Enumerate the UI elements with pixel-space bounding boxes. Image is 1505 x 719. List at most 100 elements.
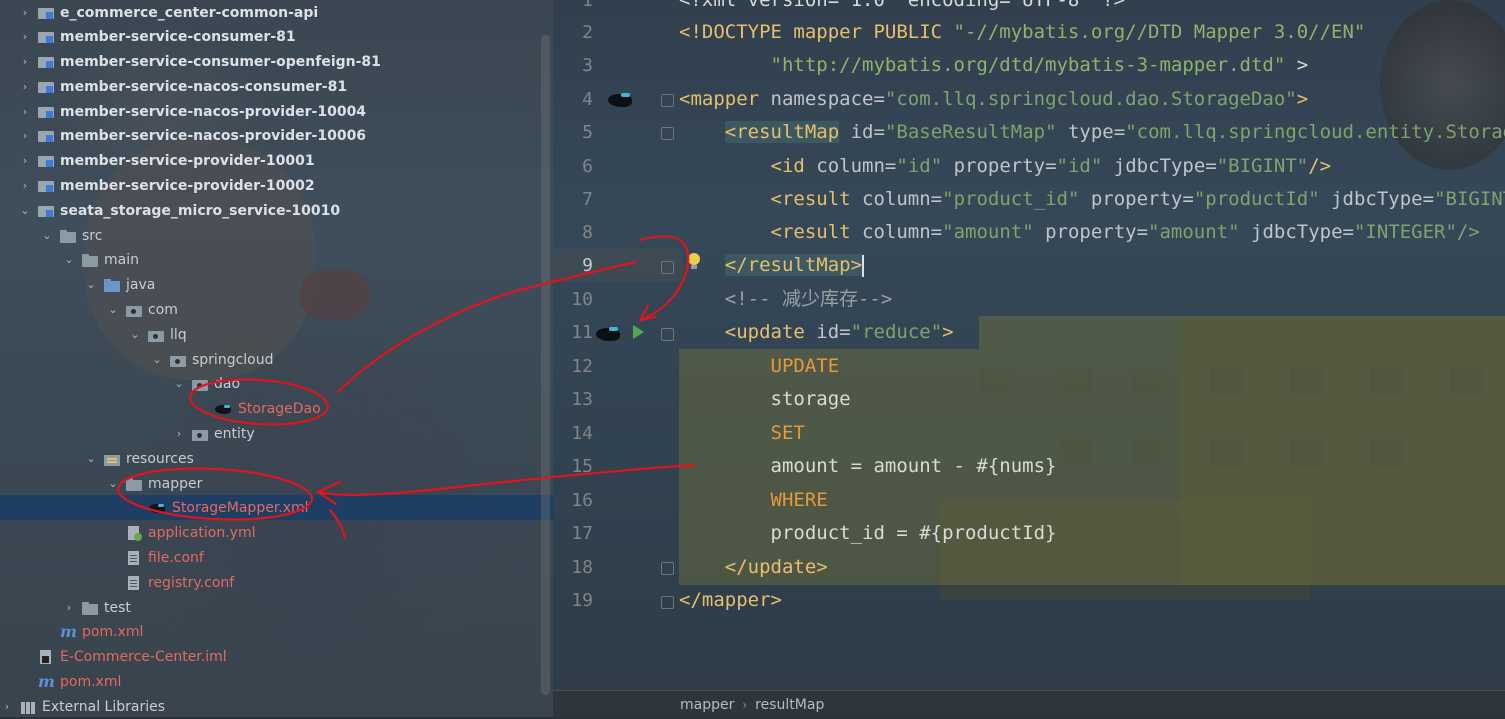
chevron-down-icon[interactable]: ⌄ xyxy=(128,328,142,341)
chevron-down-icon[interactable]: ⌄ xyxy=(84,278,98,291)
chevron-down-icon[interactable]: ⌄ xyxy=(84,452,98,465)
tree-file-application-yml[interactable]: ›application.yml xyxy=(0,520,553,545)
tree-module-provider-10002[interactable]: › member-service-provider-10002 xyxy=(0,173,553,198)
code-line[interactable]: <mapper namespace="com.llq.springcloud.d… xyxy=(679,83,1308,116)
fold-marker-icon[interactable] xyxy=(661,127,674,140)
chevron-down-icon[interactable]: ⌄ xyxy=(62,253,76,266)
tree-module-seata-storage[interactable]: ⌄ seata_storage_micro_service-10010 xyxy=(0,198,553,223)
fold-marker-icon[interactable] xyxy=(661,562,674,575)
code-token: <result xyxy=(770,188,851,210)
code-line[interactable]: </resultMap> xyxy=(679,249,865,282)
code-token: SET xyxy=(770,422,805,444)
chevron-right-icon[interactable]: › xyxy=(0,700,14,713)
tree-item-label: member-service-consumer-81 xyxy=(60,28,296,45)
tree-file-iml[interactable]: ›E-Commerce-Center.iml xyxy=(0,644,553,669)
chevron-right-icon[interactable]: › xyxy=(18,55,32,68)
fold-marker-icon[interactable] xyxy=(661,596,674,609)
chevron-down-icon[interactable]: ⌄ xyxy=(18,204,32,217)
tree-module-nacos-consumer-81[interactable]: › member-service-nacos-consumer-81 xyxy=(0,74,553,99)
code-token: "BaseResultMap" xyxy=(884,121,1057,143)
code-line[interactable]: <id column="id" property="id" jdbcType="… xyxy=(679,150,1332,183)
mybatis-bird-icon[interactable] xyxy=(608,90,632,108)
tree-file-registry-conf[interactable]: ›registry.conf xyxy=(0,570,553,595)
tree-external-libraries[interactable]: › External Libraries xyxy=(0,694,553,719)
breadcrumb-item-mapper[interactable]: mapper xyxy=(680,697,734,713)
code-line[interactable]: "http://mybatis.org/dtd/mybatis-3-mapper… xyxy=(679,49,1309,82)
line-number: 15 xyxy=(571,456,593,477)
tree-module-common-api[interactable]: › e_commerce_center-common-api xyxy=(0,0,553,25)
tree-folder-java[interactable]: ⌄ java xyxy=(0,272,553,297)
tree-file-root-pom-xml[interactable]: ›mpom.xml xyxy=(0,669,553,694)
code-line[interactable]: amount = amount - #{nums} xyxy=(679,450,1057,483)
chevron-right-icon[interactable]: › xyxy=(18,154,32,167)
tree-folder-resources[interactable]: ⌄ resources xyxy=(0,446,553,471)
code-line[interactable]: <!DOCTYPE mapper PUBLIC "-//mybatis.org/… xyxy=(679,16,1365,49)
tree-package-dao[interactable]: ⌄ dao xyxy=(0,371,553,396)
code-line[interactable]: product_id = #{productId} xyxy=(679,517,1057,550)
tree-file-storagemapper-xml[interactable]: ›StorageMapper.xml xyxy=(0,495,553,520)
chevron-right-icon[interactable]: › xyxy=(62,601,76,614)
tree-module-nacos-provider-10006[interactable]: › member-service-nacos-provider-10006 xyxy=(0,123,553,148)
chevron-right-icon[interactable]: › xyxy=(18,105,32,118)
tree-package-llq[interactable]: ⌄ llq xyxy=(0,322,553,347)
code-token: jdbcType xyxy=(1239,221,1343,243)
tree-folder-test[interactable]: › test xyxy=(0,595,553,620)
tree-module-provider-10001[interactable]: › member-service-provider-10001 xyxy=(0,148,553,173)
breadcrumb-item-resultmap[interactable]: resultMap xyxy=(755,697,824,713)
code-token: <!-- 减少库存--> xyxy=(724,288,893,310)
tree-file-file-conf[interactable]: ›file.conf xyxy=(0,545,553,570)
fold-marker-icon[interactable] xyxy=(661,94,674,107)
code-line[interactable]: <!-- 减少库存--> xyxy=(679,283,893,316)
intention-bulb-icon[interactable] xyxy=(688,253,700,269)
library-icon xyxy=(20,700,36,714)
chevron-down-icon[interactable]: ⌄ xyxy=(40,229,54,242)
chevron-down-icon[interactable]: ⌄ xyxy=(150,353,164,366)
code-token: product_id = #{productId} xyxy=(770,522,1057,544)
chevron-down-icon[interactable]: ⌄ xyxy=(106,303,120,316)
chevron-right-icon[interactable]: › xyxy=(18,179,32,192)
code-line[interactable]: <?xml version="1.0" encoding="UTF-8" ?> xyxy=(679,0,1125,17)
tree-file-storagedao[interactable]: ›StorageDao xyxy=(0,396,553,421)
code-token: storage xyxy=(770,388,851,410)
chevron-right-icon[interactable]: › xyxy=(18,80,32,93)
tree-module-nacos-provider-10004[interactable]: › member-service-nacos-provider-10004 xyxy=(0,99,553,124)
code-line[interactable]: </update> xyxy=(679,551,828,584)
code-line[interactable]: </mapper> xyxy=(679,584,782,617)
project-scrollbar[interactable] xyxy=(541,35,550,695)
chevron-right-icon[interactable]: › xyxy=(172,427,186,440)
fold-marker-icon[interactable] xyxy=(661,328,674,341)
tree-folder-main[interactable]: ⌄ main xyxy=(0,247,553,272)
config-file-icon xyxy=(126,575,142,590)
folder-icon xyxy=(82,601,98,615)
chevron-right-icon[interactable]: › xyxy=(18,30,32,43)
mybatis-bird-icon[interactable] xyxy=(596,324,620,342)
chevron-right-icon[interactable]: › xyxy=(18,129,32,142)
tree-folder-src[interactable]: ⌄ src xyxy=(0,223,553,248)
code-line[interactable]: SET xyxy=(679,417,805,450)
code-line[interactable]: <resultMap id="BaseResultMap" type="com.… xyxy=(679,116,1505,149)
tree-package-springcloud[interactable]: ⌄ springcloud xyxy=(0,347,553,372)
tree-package-entity[interactable]: › entity xyxy=(0,421,553,446)
chevron-down-icon[interactable]: ⌄ xyxy=(172,377,186,390)
code-token: "productId" xyxy=(1193,188,1320,210)
module-folder-icon xyxy=(38,204,54,218)
code-line[interactable]: <result column="product_id" property="pr… xyxy=(679,183,1505,216)
fold-marker-icon[interactable] xyxy=(661,261,674,274)
chevron-down-icon[interactable]: ⌄ xyxy=(106,477,120,490)
tree-module-consumer-openfeign-81[interactable]: › member-service-consumer-openfeign-81 xyxy=(0,49,553,74)
code-line[interactable]: <update id="reduce"> xyxy=(679,316,954,349)
code-line[interactable]: storage xyxy=(679,383,851,416)
code-line[interactable]: <result column="amount" property="amount… xyxy=(679,216,1480,249)
code-line[interactable]: UPDATE xyxy=(679,350,840,383)
code-line[interactable]: WHERE xyxy=(679,484,828,517)
tree-package-com[interactable]: ⌄ com xyxy=(0,297,553,322)
tree-folder-mapper[interactable]: ⌄ mapper xyxy=(0,471,553,496)
tree-module-consumer-81[interactable]: › member-service-consumer-81 xyxy=(0,24,553,49)
chevron-right-icon[interactable]: › xyxy=(18,6,32,19)
line-number: 8 xyxy=(582,222,593,243)
run-triangle-icon[interactable] xyxy=(633,325,644,339)
tree-file-module-pom-xml[interactable]: ›mpom.xml xyxy=(0,619,553,644)
code-token: <!DOCTYPE mapper PUBLIC xyxy=(679,21,954,43)
